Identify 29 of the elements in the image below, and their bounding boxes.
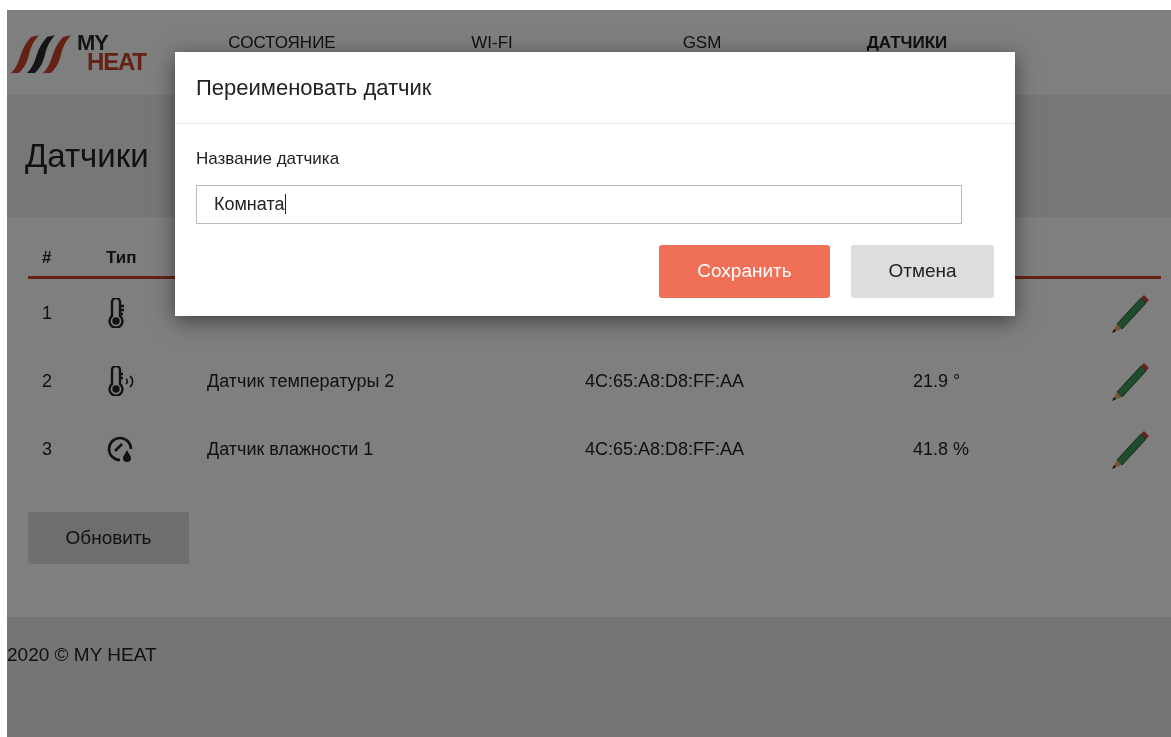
sensor-reading: 21.9 °	[913, 369, 962, 393]
save-button[interactable]: Сохранить	[659, 244, 830, 298]
column-header: #	[41, 246, 53, 269]
sensor-reading: 41.8 %	[913, 437, 971, 461]
nav-tab[interactable]: WI-FI	[387, 32, 597, 54]
thermometer-icon	[106, 298, 126, 328]
sensor-address: 4C:65:A8:D8:FF:AA	[585, 437, 746, 461]
edit-pencil-icon[interactable]	[1109, 360, 1149, 402]
page-title: Датчики	[25, 136, 149, 177]
gauge-drop-icon	[106, 435, 134, 463]
column-header: Тип	[106, 246, 138, 269]
nav-tab[interactable]: GSM	[597, 32, 807, 54]
field-label: Название датчика	[196, 148, 341, 170]
row-number: 2	[41, 369, 53, 393]
nav-tab[interactable]: СОСТОЯНИЕ	[177, 32, 387, 54]
edit-pencil-icon[interactable]	[1109, 292, 1149, 334]
footer-text: 2020 © MY HEAT	[7, 644, 157, 665]
sensor-name: Датчик температуры 2	[207, 369, 396, 393]
row-number: 1	[41, 301, 53, 325]
sensor-address: 4C:65:A8:D8:FF:AA	[585, 369, 746, 393]
dialog-title: Переименовать датчик	[196, 74, 432, 102]
row-number: 3	[41, 437, 53, 461]
edit-pencil-icon[interactable]	[1109, 428, 1149, 470]
sensor-name: Датчик влажности 1	[207, 437, 375, 461]
thermometer-signal-icon	[106, 366, 136, 396]
cancel-button[interactable]: Отмена	[851, 244, 994, 298]
nav-tab[interactable]: ДАТЧИКИ	[807, 32, 1007, 54]
name-field[interactable]: Комната	[196, 184, 962, 224]
refresh-button[interactable]: Обновить	[28, 512, 189, 564]
